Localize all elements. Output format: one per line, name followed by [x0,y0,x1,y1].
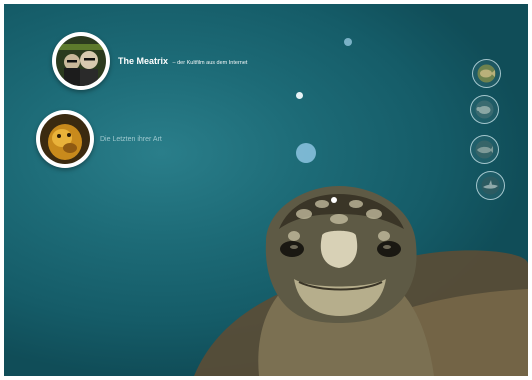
turtle-icon [475,100,494,119]
bubble [296,143,316,163]
bubble [344,38,352,46]
ocean-scene: The Meatrix – der Kultfilm aus dem Inter… [4,4,528,376]
turtle-nav-button[interactable] [470,95,499,124]
golden-animal-image [40,114,90,164]
letzten-ihrer-art-title[interactable]: Die Letzten ihrer Art [100,136,162,143]
meatrix-thumbnail[interactable] [52,32,110,90]
fish-icon [477,64,496,83]
featured-item-letzten-ihrer-art[interactable]: Die Letzten ihrer Art [36,110,162,168]
whale-icon [475,140,494,159]
featured-item-meatrix[interactable]: The Meatrix – der Kultfilm aus dem Inter… [52,32,247,90]
shark-nav-button[interactable] [476,171,505,200]
meatrix-title[interactable]: The Meatrix – der Kultfilm aus dem Inter… [118,56,247,66]
letzten-ihrer-art-thumbnail[interactable] [36,110,94,168]
bubble [331,197,337,203]
meatrix-title-text: The Meatrix [118,56,169,66]
meatrix-characters-image [56,36,106,86]
shark-icon [481,176,500,195]
meatrix-subtitle: – der Kultfilm aus dem Internet [172,60,248,66]
fish-nav-button[interactable] [472,59,501,88]
bubble [296,92,303,99]
whale-nav-button[interactable] [470,135,499,164]
